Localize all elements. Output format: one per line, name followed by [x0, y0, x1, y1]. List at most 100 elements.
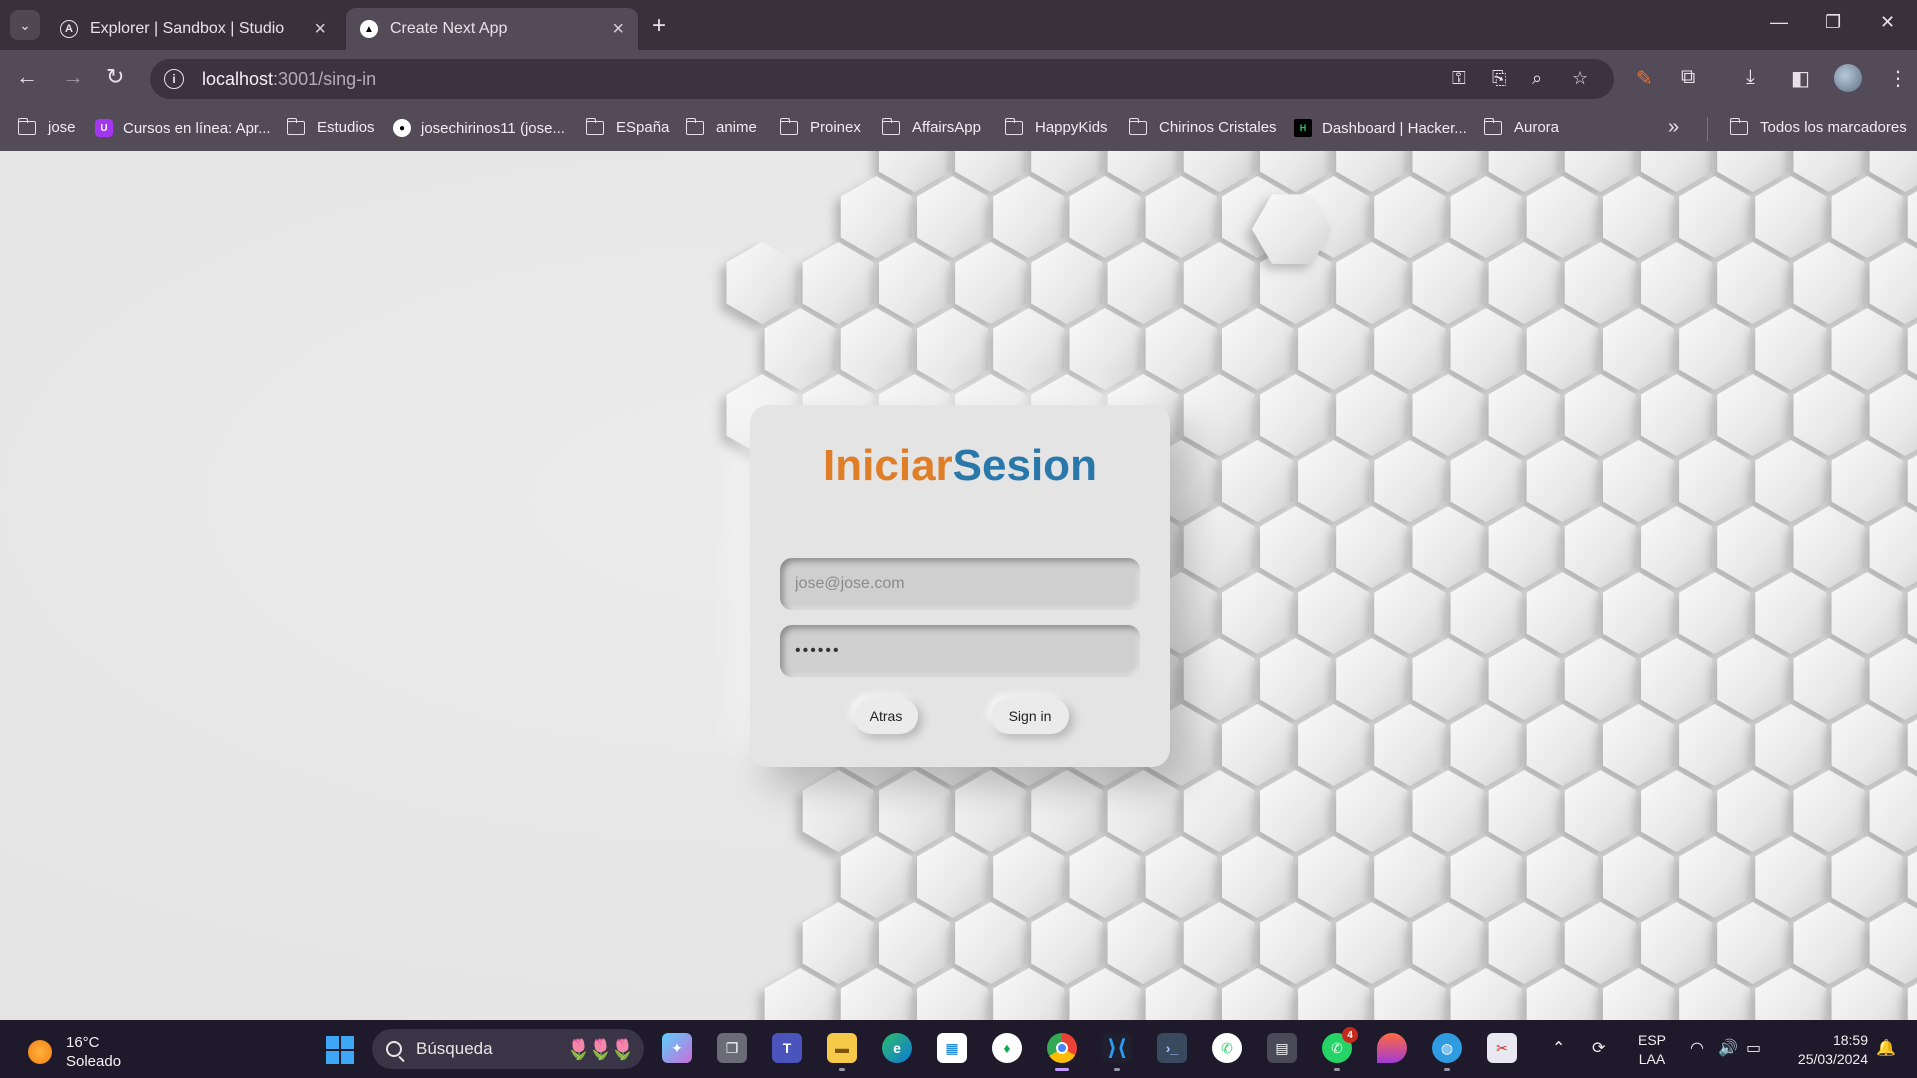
hexagon-tile [1526, 176, 1598, 258]
ms-store-icon[interactable]: ▦ [937, 1033, 967, 1063]
copilot-preview-icon[interactable]: ✦ [662, 1033, 692, 1063]
back-button[interactable]: Atras [854, 698, 918, 734]
bookmark-label: Chirinos Cristales [1159, 119, 1277, 136]
notifications-bell-icon[interactable]: 🔔 [1876, 1038, 1896, 1058]
bookmark-star-icon[interactable]: ☆ [1572, 68, 1588, 89]
hexagon-tile [1869, 506, 1917, 588]
tab-explorer[interactable]: A Explorer | Sandbox | Studio × [46, 8, 340, 50]
extensions-puzzle-icon[interactable]: ⧉ [1681, 66, 1695, 89]
hexagon-tile [1222, 704, 1293, 786]
profile-avatar[interactable] [1834, 64, 1862, 92]
bookmark-aurora[interactable]: Aurora [1483, 117, 1559, 136]
new-tab-icon[interactable]: + [652, 12, 666, 40]
bookmark-estudios[interactable]: Estudios [286, 117, 375, 136]
system-clock[interactable]: 18:59 25/03/2024 [1790, 1031, 1868, 1069]
menu-kebab-icon[interactable]: ⋮ [1888, 66, 1908, 91]
address-bar[interactable]: i localhost:3001/sing-in ⚿ ⎘ ⌕ ☆ [150, 59, 1614, 99]
whatsapp-web-icon[interactable]: ✆ [1212, 1033, 1242, 1063]
teams-icon[interactable]: T [772, 1033, 802, 1063]
taskbar-search[interactable]: Búsqueda 🌷🌷🌷 [372, 1029, 644, 1069]
hexagon-tile [764, 308, 836, 390]
reload-icon[interactable]: ↻ [106, 64, 124, 90]
tulips-icon: 🌷🌷🌷 [566, 1039, 635, 1061]
hexagon-tile [1679, 836, 1751, 918]
hexagon-tile [1374, 308, 1446, 390]
bookmark-cursos[interactable]: U Cursos en línea: Apr... [95, 119, 271, 137]
wifi-icon[interactable]: ◠ [1690, 1038, 1704, 1058]
hexagon-tile [1412, 770, 1484, 852]
bookmark-anime[interactable]: anime [685, 117, 757, 136]
whatsapp-icon[interactable]: ✆ 4 [1322, 1027, 1358, 1071]
bookmark-chirinos-cristales[interactable]: Chirinos Cristales [1128, 117, 1277, 136]
back-icon[interactable]: ← [16, 64, 38, 90]
side-panel-icon[interactable]: ◧ [1791, 66, 1810, 91]
task-view-icon[interactable]: ❐ [717, 1033, 747, 1063]
mongodb-compass-icon[interactable]: ♦ [992, 1033, 1022, 1063]
translate-icon[interactable]: ⎘ [1492, 68, 1506, 89]
close-window-icon[interactable]: ✕ [1880, 12, 1895, 33]
volume-icon[interactable]: 🔊 [1718, 1038, 1738, 1058]
file-explorer-icon[interactable]: ▬ [827, 1033, 857, 1071]
flame-app-icon[interactable] [1377, 1033, 1407, 1063]
bookmark-hackerrank[interactable]: H Dashboard | Hacker... [1294, 119, 1467, 137]
hexagon-tile [1183, 374, 1255, 456]
hexagon-tile [1374, 440, 1446, 522]
download-icon[interactable]: ⤓ [1746, 66, 1755, 89]
hexagon-tile [1564, 374, 1636, 456]
bookmark-happykids[interactable]: HappyKids [1004, 117, 1108, 136]
hexagon-tile [1717, 638, 1789, 720]
hexagon-tile [993, 836, 1065, 918]
close-tab-icon[interactable]: × [612, 18, 624, 41]
bookmark-jose[interactable]: jose [17, 117, 76, 136]
language-indicator[interactable]: ESP LAA [1638, 1031, 1666, 1069]
edge-icon[interactable]: e [882, 1033, 912, 1063]
hexagon-tile [1336, 374, 1408, 456]
hexagon-tile [879, 902, 950, 984]
bookmark-affairsapp[interactable]: AffairsApp [881, 117, 981, 136]
tab-search-dropdown-icon[interactable]: ⌄ [10, 10, 40, 40]
hexagon-tile [1793, 242, 1865, 324]
bookmark-github[interactable]: ● josechirinos11 (jose... [393, 119, 565, 137]
restore-icon[interactable]: ❐ [1825, 12, 1841, 33]
show-hidden-icons-icon[interactable]: ⌃ [1552, 1038, 1565, 1058]
bookmark-espana[interactable]: ESpaña [585, 117, 669, 136]
close-tab-icon[interactable]: × [314, 18, 326, 41]
forward-icon[interactable]: → [62, 64, 84, 90]
snipping-tool-icon[interactable]: ✂ [1487, 1033, 1517, 1063]
udemy-icon: U [95, 119, 113, 137]
bookmark-label: Cursos en línea: Apr... [123, 119, 271, 137]
chrome-icon[interactable] [1047, 1033, 1077, 1071]
tab-create-next-app[interactable]: ▲ Create Next App × [346, 8, 638, 50]
password-field[interactable] [780, 625, 1140, 677]
terminal-app-icon[interactable]: ›_ [1157, 1033, 1187, 1063]
hexagon-tile [993, 308, 1065, 390]
calculator-icon[interactable]: ▤ [1267, 1033, 1297, 1063]
weather-widget[interactable]: 16°C Soleado [28, 1033, 121, 1071]
hexagon-tile [840, 176, 912, 258]
password-key-icon[interactable]: ⚿ [1452, 68, 1466, 89]
sign-in-button[interactable]: Sign in [991, 698, 1069, 734]
hexagon-tile [1374, 572, 1446, 654]
zoom-icon[interactable]: ⌕ [1532, 68, 1542, 89]
sync-icon[interactable]: ⟳ [1592, 1038, 1605, 1058]
hexagon-tile [1831, 836, 1903, 918]
globe-app-icon[interactable]: ◍ [1432, 1033, 1462, 1071]
vscode-icon[interactable]: ⟩⟨ [1102, 1033, 1132, 1071]
email-field[interactable] [780, 558, 1140, 610]
tab-bar: ⌄ A Explorer | Sandbox | Studio × ▲ Crea… [0, 0, 1917, 50]
battery-icon[interactable]: ▭ [1746, 1038, 1761, 1058]
all-bookmarks[interactable]: Todos los marcadores [1729, 117, 1907, 136]
bookmark-proinex[interactable]: Proinex [779, 117, 861, 136]
minimize-icon[interactable]: — [1770, 12, 1788, 33]
hexagon-tile [1222, 440, 1293, 522]
site-info-icon[interactable]: i [164, 69, 184, 89]
bookmark-label: HappyKids [1035, 119, 1108, 136]
windows-start-icon[interactable] [326, 1036, 354, 1064]
hexagon-tile [1641, 638, 1713, 720]
hexagon-tile [1450, 836, 1522, 918]
more-bookmarks-icon[interactable]: » [1668, 116, 1679, 139]
bookmarks-bar: jose U Cursos en línea: Apr... Estudios ●… [0, 108, 1917, 151]
hexagon-tile [1107, 770, 1179, 852]
hexagon-tile [1603, 440, 1674, 522]
extension-alert-icon[interactable]: ✎ [1636, 66, 1653, 91]
